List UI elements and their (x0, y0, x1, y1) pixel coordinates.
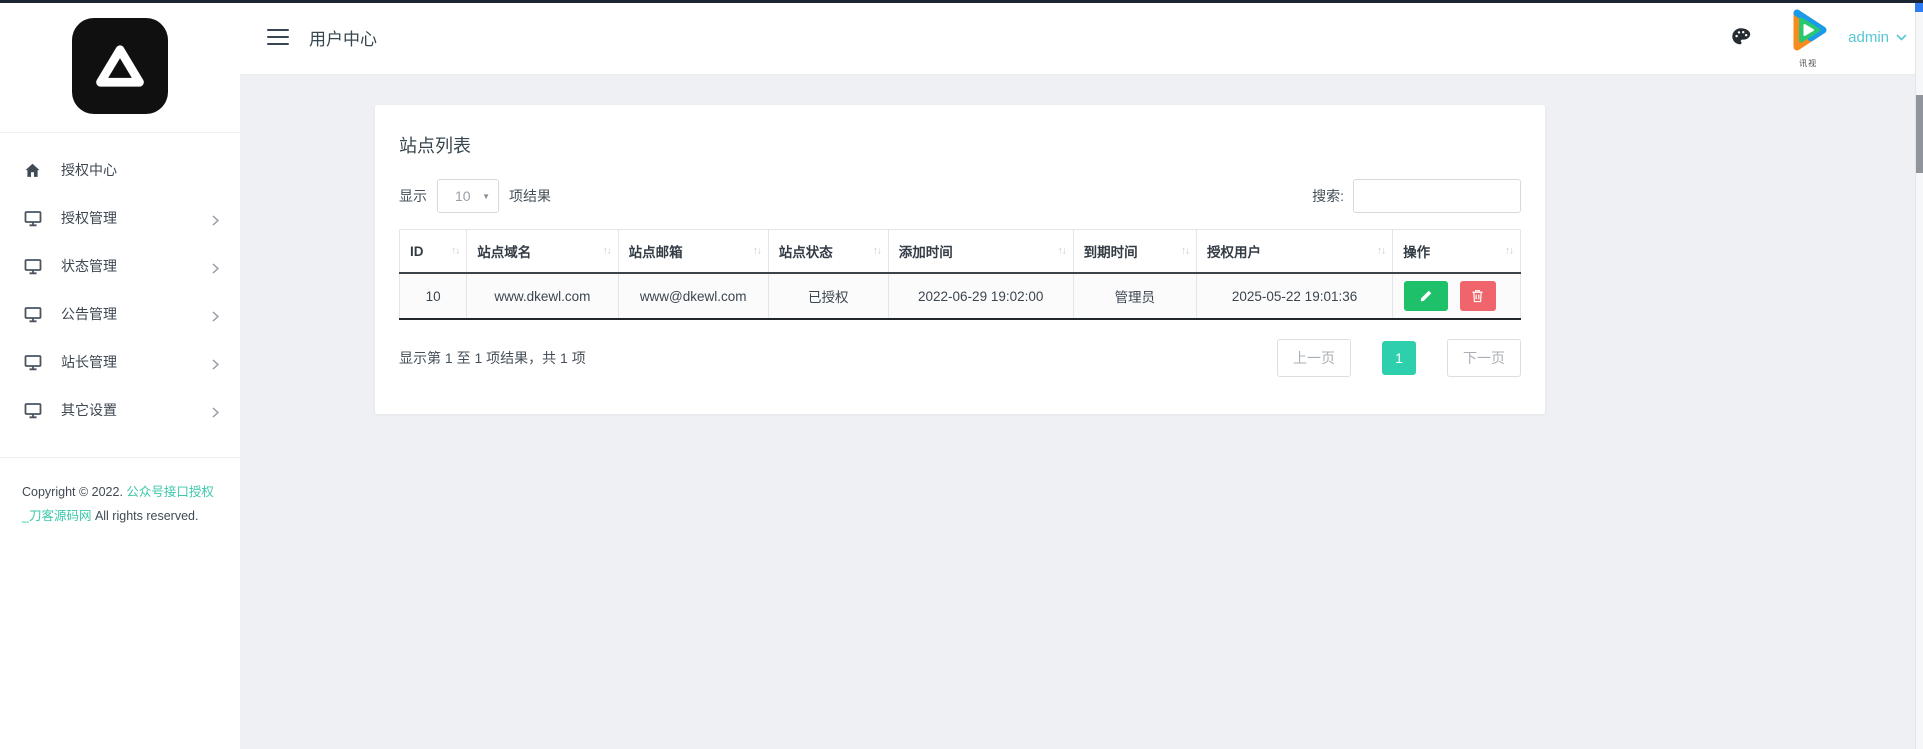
cell-domain: www.dkewl.com (466, 272, 619, 320)
sidebar-item-label: 授权中心 (61, 162, 117, 178)
page-length-value: 10 (455, 188, 471, 204)
sort-icons: ↑↓ (1377, 245, 1386, 257)
user-dropdown[interactable]: admin (1848, 29, 1907, 46)
scrollbar-thumb[interactable] (1916, 95, 1923, 173)
monitor-icon (24, 402, 44, 419)
edit-button[interactable] (1404, 281, 1449, 311)
sidebar-nav: 授权中心 授权管理 状态管理 公告管理 站长管理 其它设置 (0, 133, 240, 434)
drive-triangle-icon (96, 45, 144, 87)
sort-icons: ↑↓ (872, 245, 882, 257)
chevron-right-icon (212, 213, 220, 231)
table-footer: 显示第 1 至 1 项结果，共 1 项 上一页 1 下一页 (399, 339, 1521, 377)
video-play-logo-icon (1793, 9, 1827, 51)
cell-added-time: 2022-06-29 19:02:00 (887, 272, 1074, 320)
site-list-card: 站点列表 显示 10 ▼ 项结果 搜索: ID ↑↓ 站点域名 ↑↓ 站点邮箱 … (375, 105, 1545, 414)
select-caret-icon: ▼ (482, 191, 490, 201)
sidebar-item-status-manage[interactable]: 状态管理 (0, 242, 240, 290)
sidebar-item-auth-manage[interactable]: 授权管理 (0, 194, 240, 242)
trash-icon (1472, 290, 1484, 303)
search-label: 搜索: (1312, 188, 1344, 204)
cell-auth-user: 2025-05-22 19:01:36 (1195, 272, 1394, 320)
column-header-actions[interactable]: 操作 ↑↓ (1392, 229, 1521, 274)
cell-actions (1392, 272, 1521, 320)
vertical-scrollbar[interactable] (1915, 0, 1923, 749)
table-controls: 显示 10 ▼ 项结果 搜索: (399, 179, 1521, 213)
cell-status: 已授权 (767, 272, 889, 320)
sort-icons: ↑↓ (1505, 245, 1514, 257)
page-length-select[interactable]: 10 ▼ (437, 179, 499, 213)
next-page-button[interactable]: 下一页 (1447, 339, 1521, 377)
sidebar-item-webmaster-manage[interactable]: 站长管理 (0, 338, 240, 386)
copyright: Copyright © 2022. 公众号接口授权_刀客源码网 All righ… (0, 458, 240, 528)
results-info: 显示第 1 至 1 项结果，共 1 项 (399, 350, 586, 366)
hamburger-menu-icon[interactable] (267, 24, 289, 50)
pagination: 上一页 1 下一页 (1277, 339, 1521, 377)
search-input[interactable] (1353, 179, 1521, 213)
sidebar-item-label: 状态管理 (61, 258, 117, 274)
sidebar-item-auth-center[interactable]: 授权中心 (0, 146, 240, 194)
user-avatar[interactable]: 讯视 (1778, 6, 1838, 68)
cell-expire-time: 管理员 (1072, 272, 1197, 320)
delete-button[interactable] (1459, 281, 1496, 311)
sort-icons: ↑↓ (602, 245, 612, 257)
sort-icons: ↑↓ (451, 245, 460, 257)
table-row: 10 www.dkewl.com www@dkewl.com 已授权 2022-… (398, 272, 1521, 320)
column-header-email[interactable]: 站点邮箱 ↑↓ (617, 229, 769, 274)
monitor-icon (24, 210, 44, 227)
user-name: admin (1848, 28, 1889, 46)
page-title: 用户中心 (309, 29, 377, 49)
page-length-control: 显示 10 ▼ 项结果 (399, 179, 551, 213)
length-suffix-label: 项结果 (509, 188, 551, 204)
sidebar-item-label: 其它设置 (61, 402, 117, 418)
chevron-right-icon (212, 405, 220, 423)
sidebar-item-label: 公告管理 (61, 306, 117, 322)
pencil-icon (1420, 290, 1432, 302)
sidebar-item-label: 授权管理 (61, 210, 117, 226)
sidebar-item-notice-manage[interactable]: 公告管理 (0, 290, 240, 338)
main-area: 用户中心 讯视 admin 站点列表 显示 10 ▼ 项结果 搜索: ID ↑↓… (240, 0, 1923, 749)
prev-page-button[interactable]: 上一页 (1277, 339, 1351, 377)
sort-icons: ↑↓ (752, 245, 762, 257)
sidebar: 授权中心 授权管理 状态管理 公告管理 站长管理 其它设置 Copyright … (0, 0, 240, 749)
monitor-icon (24, 306, 44, 323)
palette-icon[interactable] (1730, 26, 1752, 48)
cell-email: www@dkewl.com (617, 272, 769, 320)
content-area: 站点列表 显示 10 ▼ 项结果 搜索: ID ↑↓ 站点域名 ↑↓ 站点邮箱 … (240, 75, 1923, 749)
chevron-right-icon (212, 357, 220, 375)
sort-icons: ↑↓ (1057, 245, 1067, 257)
site-table: ID ↑↓ 站点域名 ↑↓ 站点邮箱 ↑↓ 站点状态 ↑↓ 添加时间 ↑↓ 到期时间 ↑↓ … (398, 229, 1521, 320)
page-1-button[interactable]: 1 (1382, 341, 1416, 375)
sidebar-item-other-settings[interactable]: 其它设置 (0, 386, 240, 434)
top-bar: 用户中心 讯视 admin (240, 0, 1923, 75)
logo-container (0, 0, 240, 133)
window-top-edge (0, 0, 1923, 3)
column-header-added-time[interactable]: 添加时间 ↑↓ (887, 229, 1074, 274)
table-header-row: ID ↑↓ 站点域名 ↑↓ 站点邮箱 ↑↓ 站点状态 ↑↓ 添加时间 ↑↓ 到期时间 ↑↓ … (398, 229, 1521, 274)
search-control: 搜索: (1312, 179, 1521, 213)
home-icon (24, 162, 44, 179)
card-title: 站点列表 (399, 136, 471, 156)
copyright-prefix: Copyright © 2022. (22, 485, 123, 499)
app-logo (72, 18, 168, 114)
column-header-status[interactable]: 站点状态 ↑↓ (767, 229, 889, 274)
column-header-id[interactable]: ID ↑↓ (398, 229, 468, 274)
cell-id: 10 (398, 272, 468, 320)
topbar-right: 讯视 admin (1730, 6, 1923, 68)
copyright-suffix: All rights reserved. (94, 509, 199, 523)
column-header-expire-time[interactable]: 到期时间 ↑↓ (1072, 229, 1197, 274)
chevron-right-icon (212, 261, 220, 279)
avatar-caption: 讯视 (1799, 59, 1818, 68)
monitor-icon (24, 354, 44, 371)
sidebar-item-label: 站长管理 (61, 354, 117, 370)
column-header-domain[interactable]: 站点域名 ↑↓ (466, 229, 619, 274)
column-header-auth-user[interactable]: 授权用户 ↑↓ (1195, 229, 1394, 274)
chevron-right-icon (212, 309, 220, 327)
length-prefix-label: 显示 (399, 188, 427, 204)
chevron-down-icon (1896, 33, 1907, 41)
sort-icons: ↑↓ (1180, 245, 1190, 257)
monitor-icon (24, 258, 44, 275)
